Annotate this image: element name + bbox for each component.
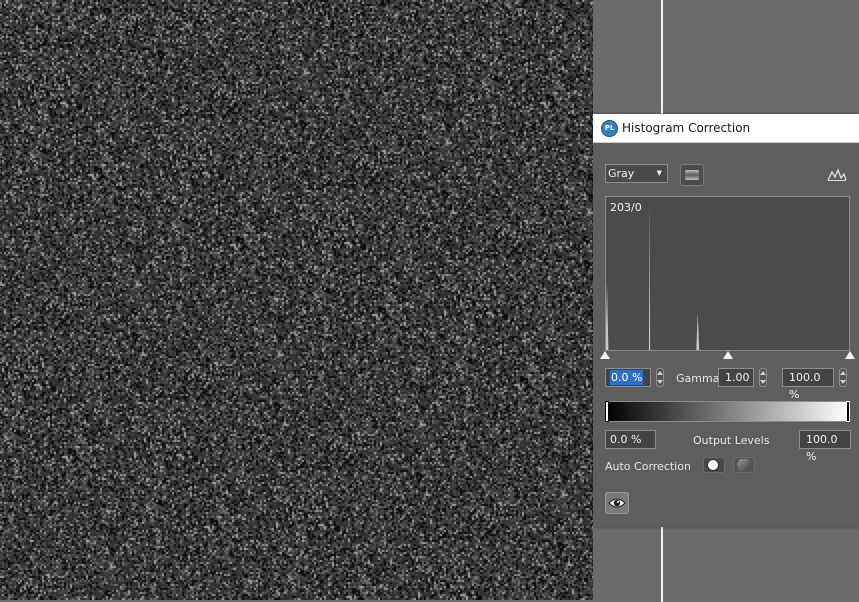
- black-output-level-value: 0.0 %: [610, 433, 642, 446]
- histogram-peak: [606, 282, 609, 350]
- black-input-level-value: 0.0 %: [610, 370, 644, 385]
- channel-mode-button[interactable]: [680, 164, 704, 186]
- preview-toggle-button[interactable]: [605, 492, 629, 514]
- gamma-label: Gamma:: [676, 372, 724, 385]
- black-input-slider-handle[interactable]: [600, 351, 610, 359]
- histogram-graph[interactable]: 203/0: [605, 196, 850, 351]
- histogram-curve-icon[interactable]: [827, 166, 847, 182]
- black-input-level-spinner[interactable]: [656, 368, 664, 387]
- panel-title: Histogram Correction: [622, 121, 751, 135]
- chevron-down-icon: ▼: [656, 169, 662, 177]
- cube-icon: [737, 459, 751, 471]
- gamma-field[interactable]: 1.00: [718, 368, 754, 387]
- output-white-handle[interactable]: [846, 401, 850, 422]
- histogram-peak: [648, 201, 651, 350]
- spin-down-icon: [760, 380, 766, 384]
- channel-mode-icon: [685, 170, 699, 180]
- channel-select[interactable]: Gray ▼: [605, 164, 668, 183]
- input-level-slider[interactable]: [600, 350, 855, 360]
- histogram-peak: [696, 312, 700, 350]
- auto-correction-label: Auto Correction: [605, 460, 691, 473]
- pixel-readout: 203/0: [610, 201, 642, 214]
- white-input-level-value: 100.0 %: [789, 371, 821, 401]
- output-black-handle[interactable]: [605, 401, 609, 422]
- image-canvas[interactable]: [0, 0, 593, 600]
- black-output-level-field[interactable]: 0.0 %: [605, 430, 656, 449]
- gamma-input-slider-handle[interactable]: [722, 351, 733, 359]
- eye-icon: [608, 498, 626, 508]
- auto-correction-levels-button[interactable]: [703, 457, 725, 473]
- spin-down-icon: [657, 380, 663, 384]
- gamma-spinner[interactable]: [759, 368, 767, 387]
- white-input-level-spinner[interactable]: [839, 368, 847, 387]
- spin-up-icon: [657, 371, 663, 375]
- white-input-level-field[interactable]: 100.0 %: [782, 368, 834, 401]
- gamma-value: 1.00: [725, 371, 750, 384]
- white-output-level-field[interactable]: 100.0 %: [799, 430, 851, 463]
- histogram-plot: [606, 201, 700, 350]
- spin-down-icon: [840, 380, 846, 384]
- black-input-level-field[interactable]: 0.0 %: [605, 368, 651, 387]
- spin-up-icon: [840, 371, 846, 375]
- panel-title-bar[interactable]: PL Histogram Correction: [593, 114, 859, 143]
- output-levels-label: Output Levels: [693, 434, 770, 447]
- white-input-slider-handle[interactable]: [845, 351, 855, 359]
- output-levels-gradient[interactable]: [605, 401, 850, 422]
- photoline-logo-icon: PL: [601, 120, 618, 137]
- histogram-correction-panel: PL Histogram Correction Gray ▼ 203/0 0.0…: [593, 114, 859, 527]
- auto-correction-contrast-button[interactable]: [733, 457, 755, 473]
- spin-up-icon: [760, 371, 766, 375]
- circle-icon: [708, 460, 718, 470]
- channel-select-value: Gray: [608, 167, 635, 180]
- white-output-level-value: 100.0 %: [806, 433, 838, 463]
